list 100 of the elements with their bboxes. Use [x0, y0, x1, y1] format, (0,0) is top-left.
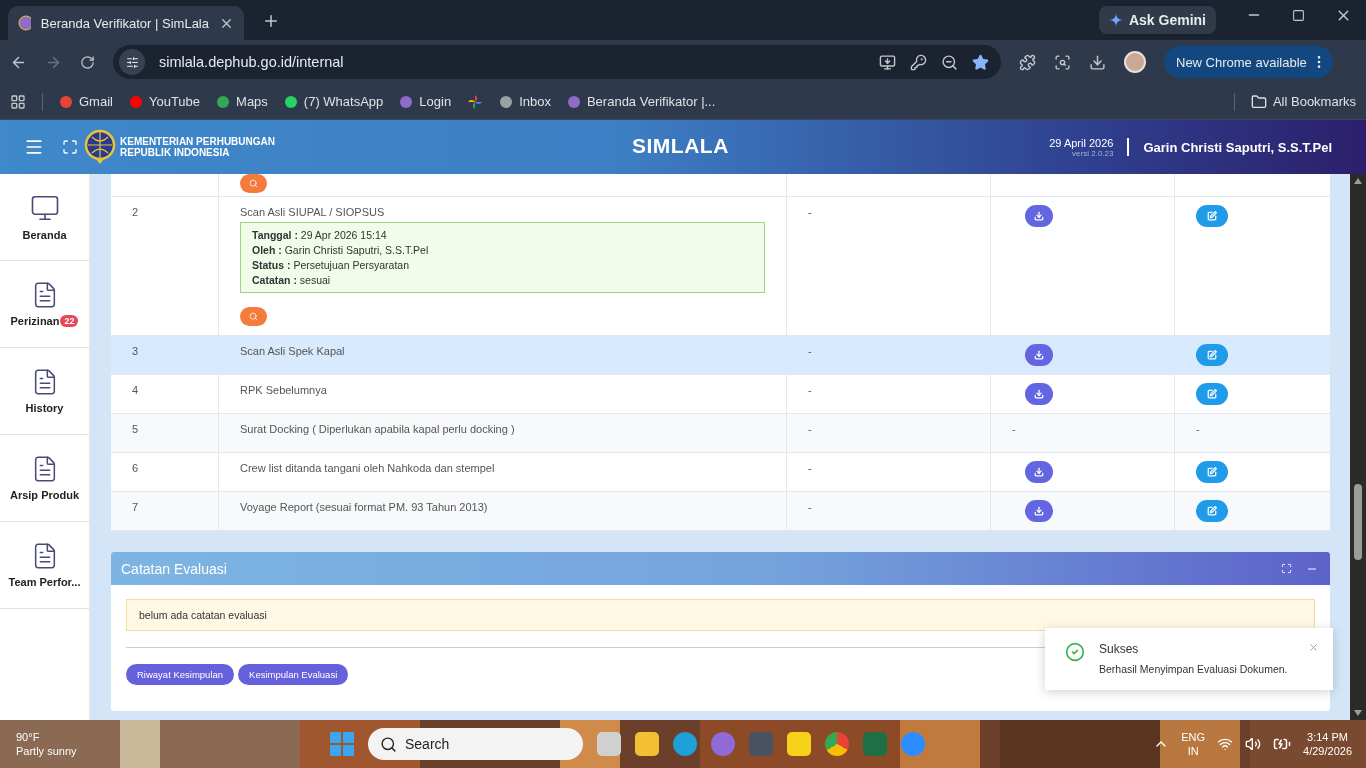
edit-button[interactable] — [1196, 500, 1228, 522]
sidebar-label: Beranda — [22, 229, 67, 241]
bookmark-link[interactable]: (7) WhatsApp — [283, 94, 384, 109]
table-cell: - — [1196, 423, 1200, 435]
download-icon — [1034, 350, 1044, 360]
sidebar-item[interactable]: Team Perfor... — [0, 522, 89, 609]
row-number: 6 — [132, 462, 139, 474]
download-button[interactable] — [1025, 461, 1053, 483]
download-button[interactable] — [1025, 500, 1053, 522]
count-badge: 22 — [60, 315, 79, 327]
ministry-name: KEMENTERIAN PERHUBUNGAN — [120, 136, 275, 147]
download-icon — [1034, 389, 1044, 399]
action-button[interactable]: Kesimpulan Evaluasi — [238, 664, 349, 685]
sidebar-item[interactable]: Beranda — [0, 174, 89, 261]
app-title: SIMLALA — [632, 134, 729, 158]
ask-gemini-button[interactable]: Ask Gemini — [1098, 6, 1216, 34]
wifi-icon[interactable] — [1217, 736, 1234, 752]
address-bar[interactable]: simlala.dephub.go.id/internal — [113, 45, 1001, 79]
edit-button[interactable] — [1196, 344, 1228, 366]
search-icon — [249, 179, 258, 188]
bookmark-icon — [399, 94, 414, 109]
document-name: Crew list ditanda tangani oleh Nahkoda dan stempel — [240, 462, 495, 474]
menu-icon[interactable] — [24, 137, 44, 157]
check-icon — [1065, 642, 1085, 662]
user-name: Garin Christi Saputri, S.S.T.Pel — [1143, 139, 1332, 155]
row-number: 7 — [132, 501, 139, 513]
table-cell: - — [808, 345, 812, 357]
install-app-icon[interactable] — [879, 53, 896, 71]
action-button[interactable]: Riwayat Kesimpulan — [126, 664, 235, 685]
document-name: Scan Asli SIUPAL / SIOPSUS — [240, 206, 385, 218]
bookmark-link[interactable]: Gmail — [59, 94, 113, 109]
monitor-icon — [29, 193, 60, 223]
history-line: Catatan : sesuai — [252, 274, 332, 286]
row-number: 3 — [132, 345, 139, 357]
weather-text: Partly sunny — [16, 744, 78, 758]
site-logo-icon — [18, 15, 31, 31]
download-icon — [1034, 211, 1044, 221]
site-info-icon[interactable] — [119, 49, 145, 75]
reload-icon[interactable] — [80, 54, 95, 70]
toast-title: Sukses — [1099, 642, 1140, 656]
sidebar-item[interactable]: History — [0, 348, 89, 435]
table-cell: - — [808, 384, 812, 396]
expand-icon[interactable] — [1281, 563, 1292, 574]
scrollbar-thumb[interactable] — [1354, 484, 1362, 560]
bookmark-link[interactable]: Inbox — [499, 94, 551, 109]
bookmark-icon — [128, 94, 143, 109]
bookmark-link[interactable]: YouTube — [128, 94, 201, 109]
sidebar-item[interactable]: Arsip Produk — [0, 435, 89, 522]
download-icon[interactable] — [1089, 53, 1106, 71]
edit-button[interactable] — [1196, 205, 1228, 227]
history-line: Status : Persetujuan Persyaratan — [252, 259, 410, 271]
bookmark-link[interactable]: Maps — [216, 94, 268, 109]
language-indicator[interactable]: ENG IN — [1181, 730, 1206, 758]
edit-button[interactable] — [1196, 461, 1228, 483]
bookmark-icon — [499, 94, 514, 109]
new-tab-icon[interactable] — [262, 12, 280, 30]
document-name: RPK Sebelumnya — [240, 384, 327, 396]
bookmark-link[interactable]: Beranda Verifikator |... — [566, 94, 716, 109]
sidebar-label: Perizinan — [10, 315, 60, 327]
edit-icon — [1207, 211, 1217, 221]
history-line: Oleh : Garin Christi Saputri, S.S.T.Pel — [252, 244, 430, 256]
sidebar-label: History — [25, 402, 64, 414]
ministry-logo — [84, 129, 116, 165]
pinwheel-icon[interactable] — [467, 93, 484, 110]
update-button[interactable]: New Chrome available — [1164, 46, 1333, 78]
bookmark-link[interactable]: Login — [399, 94, 452, 109]
bookmark-icon — [566, 94, 581, 109]
profile-avatar[interactable] — [1124, 51, 1146, 73]
bookmark-icon — [283, 94, 298, 109]
search-button[interactable] — [240, 307, 267, 326]
download-icon — [1034, 467, 1044, 477]
bookmark-icon — [216, 94, 231, 109]
download-button[interactable] — [1025, 383, 1053, 405]
sidebar-item[interactable]: Perizinan 22 — [0, 261, 89, 348]
download-button[interactable] — [1025, 205, 1053, 227]
row-number: 5 — [132, 423, 139, 435]
edit-button[interactable] — [1196, 383, 1228, 405]
download-button[interactable] — [1025, 344, 1053, 366]
star-icon[interactable] — [972, 53, 989, 71]
scroll-up-icon[interactable] — [1354, 178, 1362, 184]
extensions-icon[interactable] — [1019, 53, 1036, 71]
tab-search-icon[interactable] — [1054, 53, 1071, 71]
taskbar-search-field[interactable]: Search — [368, 728, 583, 760]
search-button[interactable] — [240, 174, 267, 193]
document-name: Voyage Report (sesuai format PM. 93 Tahun 2013) — [240, 501, 488, 513]
key-icon[interactable] — [910, 53, 927, 71]
sidebar-label: Team Perfor... — [8, 576, 81, 588]
header-date: 29 April 2026 — [1049, 136, 1114, 149]
apps-icon[interactable] — [10, 93, 26, 110]
all-bookmarks-link[interactable]: All Bookmarks — [1250, 93, 1356, 110]
history-line: Tanggal : 29 Apr 2026 15:14 — [252, 229, 388, 241]
scroll-down-icon[interactable] — [1354, 710, 1362, 716]
fullscreen-icon[interactable] — [62, 139, 78, 155]
browser-tab[interactable]: Beranda Verifikator | SimLala — [8, 6, 244, 40]
zoom-icon[interactable] — [941, 53, 958, 71]
row-number: 2 — [132, 206, 139, 218]
volume-icon[interactable] — [1245, 736, 1262, 752]
sidebar-label: Arsip Produk — [9, 489, 80, 501]
ministry-name: REPUBLIK INDONESIA — [120, 147, 231, 158]
table-cell: - — [808, 206, 812, 218]
